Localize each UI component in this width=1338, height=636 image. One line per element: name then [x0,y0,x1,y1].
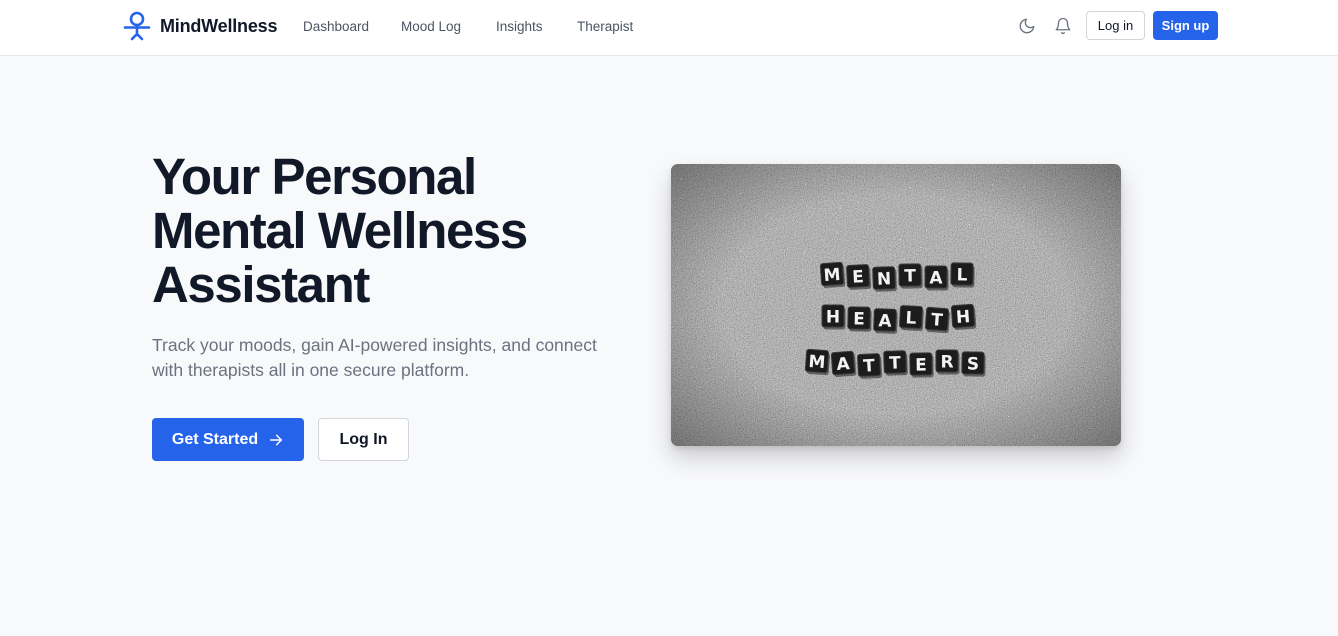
letter-tile: N [872,266,897,292]
letter-tile: S [961,351,986,377]
svg-text:H: H [826,308,840,328]
letter-tile: R [935,349,960,375]
svg-text:T: T [889,353,902,373]
svg-text:E: E [853,309,865,329]
svg-text:A: A [836,354,851,375]
letter-tile: T [924,306,950,334]
svg-text:A: A [929,269,943,289]
svg-text:A: A [878,311,893,331]
hero-subtitle: Track your moods, gain AI-powered insigh… [152,335,597,380]
svg-text:L: L [956,265,967,285]
svg-text:L: L [905,308,917,329]
hero-title-line: Assistant [152,256,370,313]
letter-tile: A [924,265,949,291]
letter-tile: E [847,306,872,332]
svg-text:R: R [940,353,953,373]
letter-tile: M [804,348,830,376]
letter-tile: H [821,304,846,330]
letter-tile: M [819,261,846,288]
nav-link-insights[interactable]: Insights [496,19,543,34]
brand-name: MindWellness [160,15,278,36]
meditation-person-icon [123,11,151,41]
bell-icon [1055,17,1071,35]
letter-tile: T [857,353,883,379]
svg-text:M: M [808,352,826,373]
letter-tile: L [950,262,975,288]
letter-tile: A [873,308,898,334]
nav-link-therapist[interactable]: Therapist [577,19,633,34]
svg-text:E: E [852,267,865,288]
nav-link-dashboard[interactable]: Dashboard [303,19,369,34]
letter-tile: A [830,350,857,377]
svg-text:T: T [863,356,876,377]
mental-health-matters-photo: MENTALHEALTHMATTERS [671,164,1121,446]
letter-tile: E [909,352,934,378]
moon-icon [1019,18,1035,34]
letter-tile: E [846,264,872,290]
top-navbar: MindWellness Dashboard Mood Log Insights… [0,0,1338,56]
letter-tile: H [950,303,977,330]
hero-title-line: Your Personal [152,148,477,205]
svg-text:M: M [823,265,841,286]
svg-text:E: E [915,355,927,375]
brand-logo[interactable]: MindWellness [123,11,277,41]
hero-login-button[interactable]: Log In [318,418,409,461]
arrow-right-icon [270,434,283,445]
get-started-label: Get Started [171,430,259,448]
svg-text:H: H [955,307,971,328]
hero-title-line: Mental Wellness [152,202,528,259]
svg-text:T: T [904,266,916,286]
signup-button[interactable]: Sign up [1153,11,1218,40]
svg-text:S: S [967,354,980,374]
get-started-button[interactable]: Get Started [152,418,304,461]
letter-tile: T [898,263,923,289]
theme-toggle-button[interactable] [1017,16,1037,36]
letter-tile: L [899,305,924,332]
hero-title: Your Personal Mental Wellness Assistant [152,150,622,312]
login-button[interactable]: Log in [1086,11,1145,40]
svg-text:N: N [877,269,892,289]
nav-link-mood-log[interactable]: Mood Log [401,19,461,34]
svg-text:T: T [930,310,943,331]
letter-tile: T [883,350,908,376]
notifications-button[interactable] [1053,16,1073,36]
letter-tiles: M E N T A LH E A L T HM A T T E R S [804,261,986,379]
